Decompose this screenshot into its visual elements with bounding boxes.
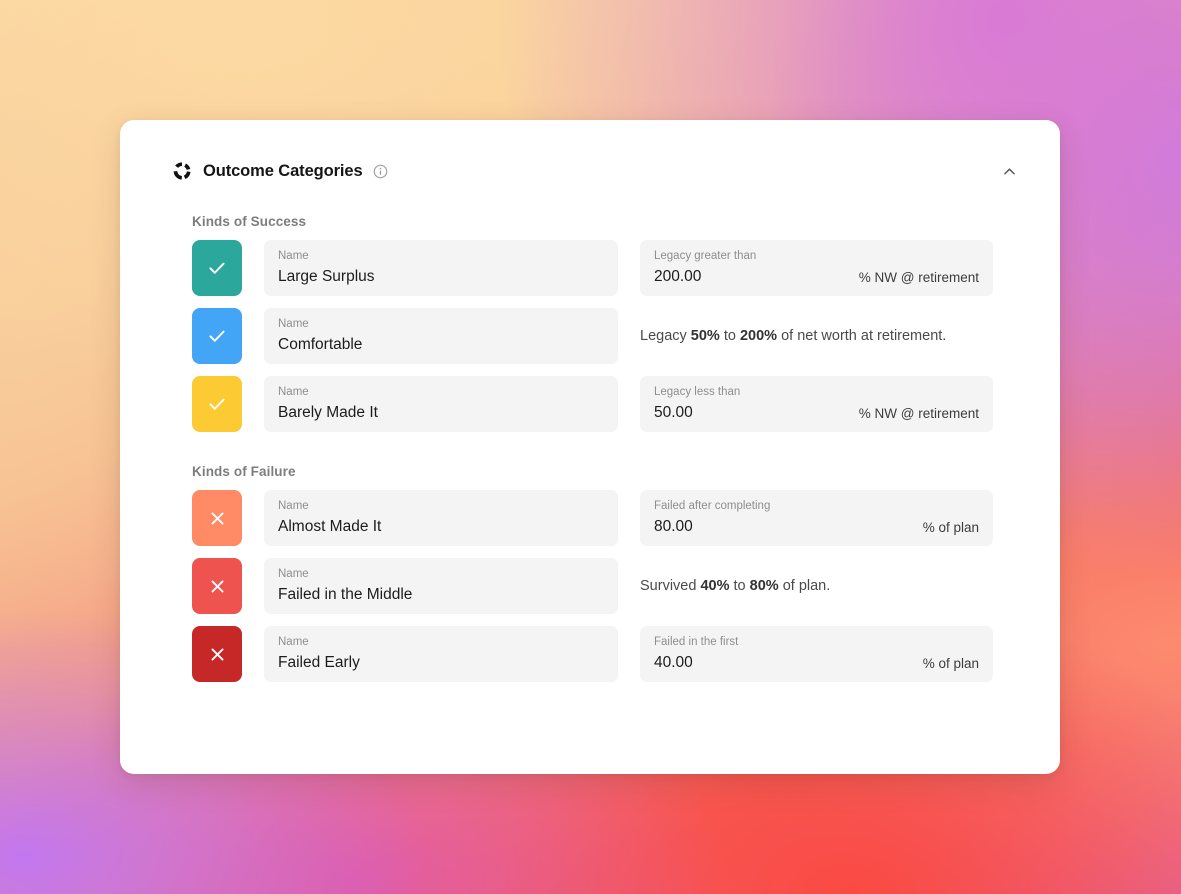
- collapse-section-button[interactable]: [996, 158, 1022, 184]
- name-input-value: Comfortable: [278, 336, 363, 353]
- color-swatch-failure[interactable]: [192, 626, 242, 682]
- name-input-value: Barely Made It: [278, 404, 378, 421]
- name-input[interactable]: Name Barely Made It: [264, 376, 618, 432]
- threshold-input-suffix: % NW @ retirement: [858, 270, 979, 285]
- outcome-row: Name Barely Made It Legacy less than 50.00%…: [192, 376, 1022, 432]
- name-input-label: Name: [278, 250, 309, 262]
- name-input-label: Name: [278, 636, 309, 648]
- outcome-categories-card: Outcome Categories Kinds of Success Name L…: [120, 120, 1060, 774]
- card-body: Kinds of Success Name Large Surplus Legacy …: [120, 214, 1060, 682]
- column-gap: [618, 558, 640, 614]
- range-note-part: of plan.: [778, 578, 831, 594]
- section-title-failure: Kinds of Failure: [192, 464, 296, 479]
- range-note-part: Legacy: [640, 328, 691, 344]
- name-input-label: Name: [278, 318, 309, 330]
- name-input-value: Failed Early: [278, 654, 360, 671]
- outcome-row: Name Failed Early Failed in the first 40.00…: [192, 626, 1022, 682]
- outcome-row: Name Failed in the Middle Survived 40% to …: [192, 558, 1022, 614]
- color-swatch-failure[interactable]: [192, 490, 242, 546]
- column-gap: [618, 240, 640, 296]
- range-note-part: Survived: [640, 578, 701, 594]
- outcome-row: Name Comfortable Legacy 50% to 200% of net…: [192, 308, 1022, 364]
- range-note-part: of net worth at retirement.: [777, 328, 947, 344]
- range-note-part: to: [729, 578, 750, 594]
- color-swatch-success[interactable]: [192, 376, 242, 432]
- close-icon: [211, 512, 223, 524]
- range-note-part: to: [719, 328, 740, 344]
- check-icon: [209, 330, 225, 342]
- card-header: Outcome Categories: [120, 120, 1060, 180]
- outcome-row: Name Almost Made It Failed after completin…: [192, 490, 1022, 546]
- threshold-input[interactable]: Legacy greater than 200.00% NW @ retireme…: [640, 240, 993, 296]
- threshold-input-label: Legacy greater than: [654, 250, 757, 262]
- check-icon: [209, 262, 225, 274]
- chevron-up-icon: [1003, 167, 1015, 175]
- range-note: Survived 40% to 80% of plan.: [640, 558, 993, 614]
- name-input-label: Name: [278, 568, 309, 580]
- name-input-value: Failed in the Middle: [278, 586, 413, 603]
- color-swatch-success[interactable]: [192, 308, 242, 364]
- name-input-label: Name: [278, 500, 309, 512]
- threshold-input[interactable]: Failed after completing 80.00% of plan: [640, 490, 993, 546]
- segmented-ring-logo-icon: [173, 162, 191, 180]
- range-note-part: 40%: [700, 578, 730, 594]
- name-input[interactable]: Name Almost Made It: [264, 490, 618, 546]
- name-input[interactable]: Name Comfortable: [264, 308, 618, 364]
- range-note-part: 200%: [739, 328, 778, 344]
- column-gap: [618, 376, 640, 432]
- close-icon: [211, 580, 223, 592]
- threshold-input-suffix: % of plan: [922, 520, 979, 535]
- close-icon: [211, 648, 223, 660]
- threshold-input-label: Failed after completing: [654, 500, 771, 512]
- name-input[interactable]: Name Failed in the Middle: [264, 558, 618, 614]
- threshold-input[interactable]: Legacy less than 50.00% NW @ retirement: [640, 376, 993, 432]
- range-note: Legacy 50% to 200% of net worth at retir…: [640, 308, 993, 364]
- threshold-input-label: Failed in the first: [654, 636, 739, 648]
- name-input[interactable]: Name Large Surplus: [264, 240, 618, 296]
- color-swatch-failure[interactable]: [192, 558, 242, 614]
- threshold-input-suffix: % NW @ retirement: [858, 406, 979, 421]
- threshold-input-label: Legacy less than: [654, 386, 741, 398]
- info-icon[interactable]: [373, 164, 388, 179]
- name-input-label: Name: [278, 386, 309, 398]
- threshold-input[interactable]: Failed in the first 40.00% of plan: [640, 626, 993, 682]
- column-gap: [618, 626, 640, 682]
- color-swatch-success[interactable]: [192, 240, 242, 296]
- section-title-success: Kinds of Success: [192, 214, 307, 229]
- name-input[interactable]: Name Failed Early: [264, 626, 618, 682]
- page-title: Outcome Categories: [203, 161, 363, 180]
- range-note-part: 50%: [690, 328, 720, 344]
- outcome-row: Name Large Surplus Legacy greater than 200.…: [192, 240, 1022, 296]
- threshold-input-suffix: % of plan: [922, 656, 979, 671]
- column-gap: [618, 490, 640, 546]
- column-gap: [618, 308, 640, 364]
- name-input-value: Large Surplus: [278, 268, 375, 285]
- check-icon: [209, 398, 225, 410]
- name-input-value: Almost Made It: [278, 518, 382, 535]
- range-note-part: 80%: [749, 578, 779, 594]
